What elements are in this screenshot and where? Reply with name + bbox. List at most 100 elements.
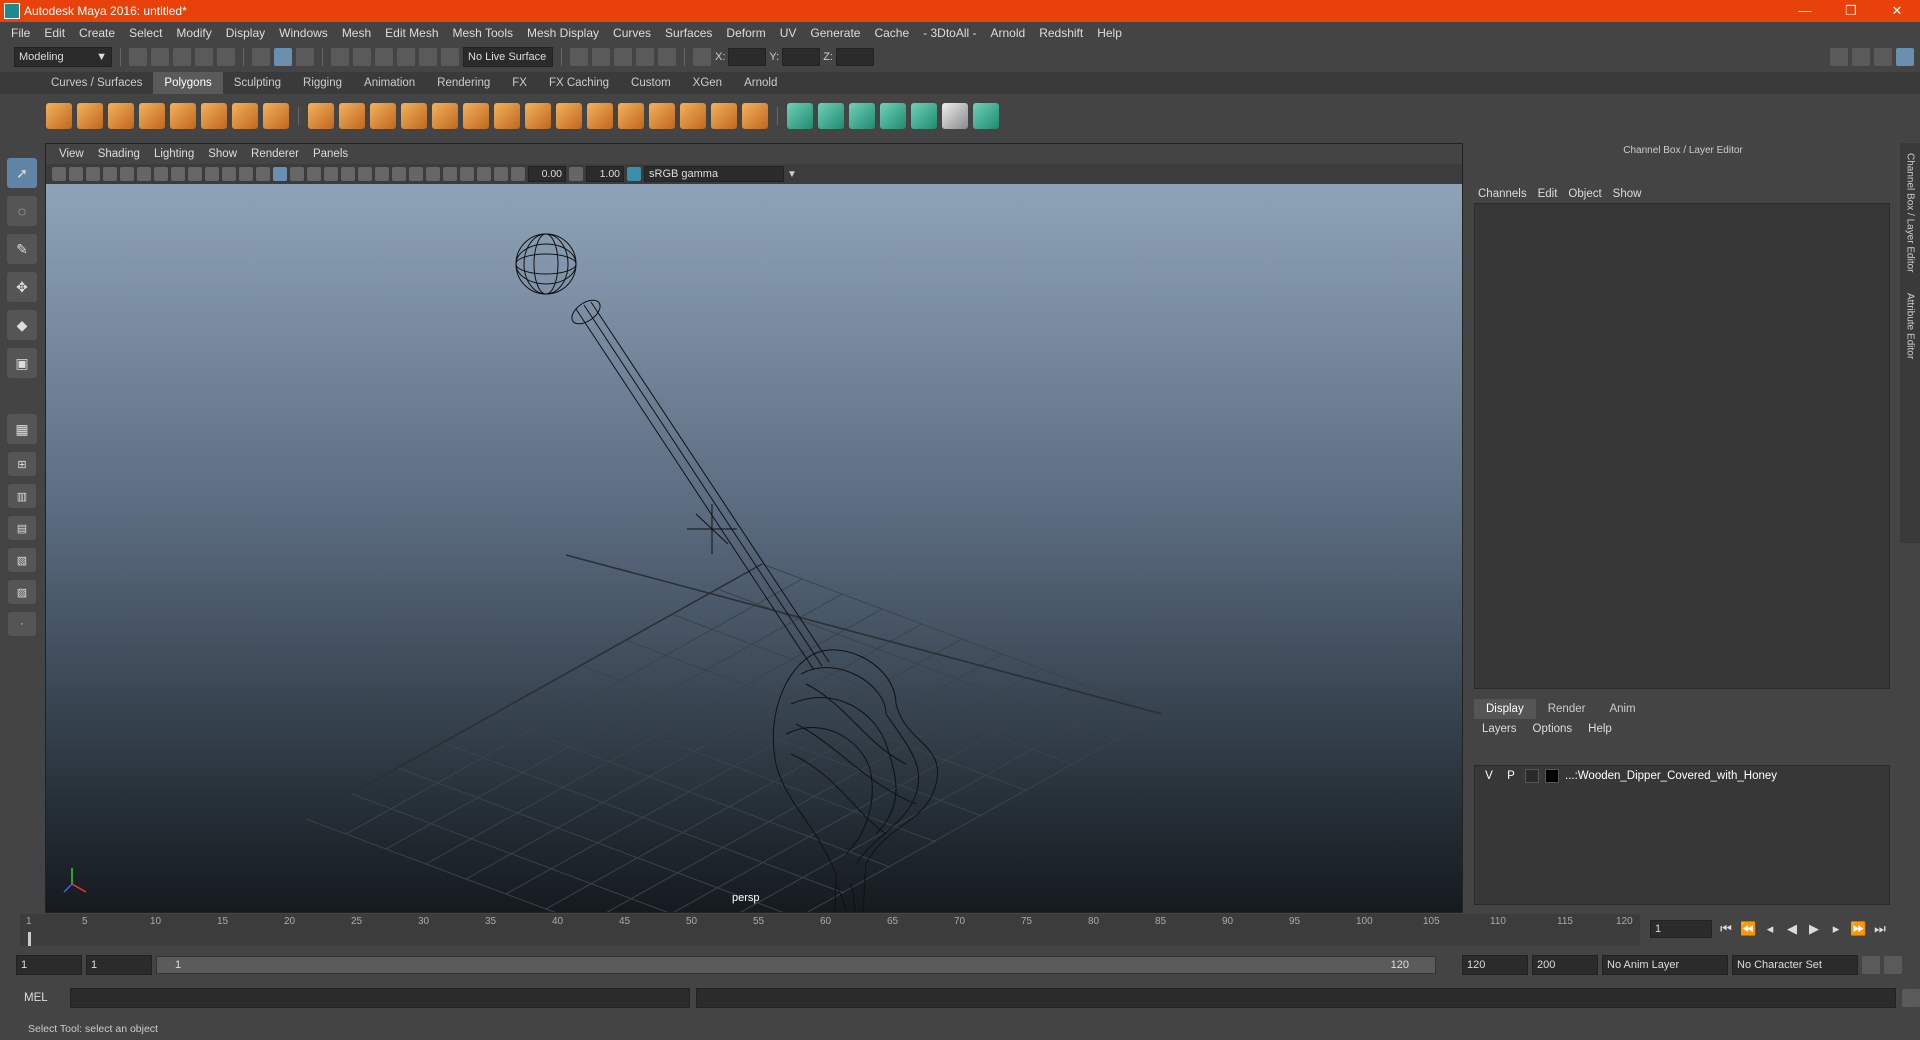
xray-components-icon[interactable] <box>494 167 508 181</box>
two-d-pan-icon[interactable] <box>120 167 134 181</box>
snap-together-icon[interactable] <box>441 48 459 66</box>
menu-create[interactable]: Create <box>72 26 122 40</box>
xray-joints-icon[interactable] <box>477 167 491 181</box>
tab-fx[interactable]: FX <box>501 72 538 94</box>
average-vertices-icon[interactable] <box>463 103 489 129</box>
y-field[interactable] <box>782 48 821 66</box>
gamma-field[interactable]: 1.00 <box>586 166 624 182</box>
menu-curves[interactable]: Curves <box>606 26 658 40</box>
bridge-icon[interactable] <box>556 103 582 129</box>
poly-plane-icon[interactable] <box>170 103 196 129</box>
select-component-icon[interactable] <box>296 48 314 66</box>
chevron-down-icon[interactable]: ▼ <box>787 169 797 180</box>
tool-settings-icon[interactable] <box>1874 48 1892 66</box>
snap-view-plane-icon[interactable] <box>397 48 415 66</box>
step-forward-frame-icon[interactable]: ▸ <box>1828 921 1844 937</box>
layer-row[interactable]: V P ...:Wooden_Dipper_Covered_with_Honey <box>1475 766 1889 786</box>
color-space-dropdown[interactable]: sRGB gamma <box>644 166 784 182</box>
menu-edit-channels[interactable]: Edit <box>1538 188 1566 200</box>
checker-icon[interactable] <box>942 103 968 129</box>
grid-icon[interactable] <box>154 167 168 181</box>
command-input[interactable] <box>70 988 690 1008</box>
character-set-dropdown[interactable]: No Character Set <box>1732 955 1858 975</box>
menu-uv[interactable]: UV <box>773 26 804 40</box>
offset-edge-loop-icon[interactable] <box>711 103 737 129</box>
ambient-occlusion-icon[interactable] <box>375 167 389 181</box>
animation-start-field[interactable]: 1 <box>16 955 82 975</box>
poly-cylinder-icon[interactable] <box>108 103 134 129</box>
gamma-icon[interactable] <box>569 167 583 181</box>
menu-mesh[interactable]: Mesh <box>335 26 378 40</box>
menu-file[interactable]: File <box>4 26 37 40</box>
new-scene-icon[interactable] <box>129 48 147 66</box>
menu-windows[interactable]: Windows <box>272 26 335 40</box>
perspective-viewport[interactable]: persp <box>46 184 1462 912</box>
transform-mode-icon[interactable] <box>693 48 711 66</box>
depth-of-field-icon[interactable] <box>426 167 440 181</box>
poly-cube-icon[interactable] <box>77 103 103 129</box>
step-back-key-icon[interactable]: ⏪ <box>1740 921 1756 937</box>
side-tab-attribute-editor[interactable]: Attribute Editor <box>1905 293 1916 359</box>
menu-deform[interactable]: Deform <box>719 26 772 40</box>
side-tab-channel-box[interactable]: Channel Box / Layer Editor <box>1905 153 1916 273</box>
time-slider[interactable]: 1 5 10 15 20 25 30 35 40 45 50 55 60 65 … <box>20 914 1640 946</box>
channel-box-toggle-icon[interactable] <box>1896 48 1914 66</box>
step-forward-key-icon[interactable]: ⏩ <box>1850 921 1866 937</box>
poly-pyramid-icon[interactable] <box>232 103 258 129</box>
cylindrical-map-icon[interactable] <box>818 103 844 129</box>
panel-menu-view[interactable]: View <box>52 148 91 160</box>
save-scene-icon[interactable] <box>173 48 191 66</box>
panel-menu-show[interactable]: Show <box>201 148 244 160</box>
xray-icon[interactable] <box>460 167 474 181</box>
snap-curve-icon[interactable] <box>353 48 371 66</box>
render-settings-icon[interactable] <box>636 48 654 66</box>
hypershade-icon[interactable] <box>658 48 676 66</box>
append-polygon-icon[interactable] <box>618 103 644 129</box>
textured-icon[interactable] <box>324 167 338 181</box>
layer-color-swatch[interactable] <box>1545 769 1559 783</box>
combine-icon[interactable] <box>308 103 334 129</box>
go-to-end-icon[interactable]: ⏭ <box>1872 921 1888 937</box>
range-slider[interactable]: 1 120 <box>156 956 1436 974</box>
isolate-select-icon[interactable] <box>443 167 457 181</box>
spherical-map-icon[interactable] <box>849 103 875 129</box>
paint-select-icon[interactable]: ✎ <box>7 234 37 264</box>
separate-icon[interactable] <box>339 103 365 129</box>
lights-icon[interactable] <box>341 167 355 181</box>
scale-tool-icon[interactable]: ▣ <box>7 348 37 378</box>
menu-edit[interactable]: Edit <box>37 26 72 40</box>
color-management-icon[interactable] <box>627 167 641 181</box>
auto-key-icon[interactable] <box>1862 956 1880 974</box>
menu-display[interactable]: Display <box>219 26 272 40</box>
ipr-render-icon[interactable] <box>614 48 632 66</box>
automatic-map-icon[interactable] <box>880 103 906 129</box>
tab-rigging[interactable]: Rigging <box>292 72 353 94</box>
z-field[interactable] <box>835 48 874 66</box>
exposure-field[interactable]: 0.00 <box>528 166 566 182</box>
modeling-toolkit-icon[interactable] <box>1830 48 1848 66</box>
menu-3dtoall[interactable]: - 3DtoAll - <box>916 26 983 40</box>
cut-uv-icon[interactable] <box>973 103 999 129</box>
film-gate-icon[interactable] <box>171 167 185 181</box>
tab-polygons[interactable]: Polygons <box>153 72 223 94</box>
close-button[interactable]: ✕ <box>1874 0 1920 22</box>
display-type-swatch[interactable] <box>1525 769 1539 783</box>
bookmark-icon[interactable] <box>86 167 100 181</box>
safe-action-icon[interactable] <box>239 167 253 181</box>
menu-cache[interactable]: Cache <box>867 26 916 40</box>
wireframe-icon[interactable] <box>273 167 287 181</box>
panel-menu-lighting[interactable]: Lighting <box>147 148 201 160</box>
tab-curves-surfaces[interactable]: Curves / Surfaces <box>40 72 153 94</box>
shadows-icon[interactable] <box>358 167 372 181</box>
layer-name[interactable]: ...:Wooden_Dipper_Covered_with_Honey <box>1565 770 1777 782</box>
fill-hole-icon[interactable] <box>649 103 675 129</box>
render-frame-icon[interactable] <box>592 48 610 66</box>
menu-set-dropdown[interactable]: Modeling ▼ <box>14 47 112 67</box>
menu-show[interactable]: Show <box>1613 188 1650 200</box>
hypershade-layout-icon[interactable]: ▧ <box>8 548 36 572</box>
graph-layout-icon[interactable]: ▤ <box>8 516 36 540</box>
select-hierarchy-icon[interactable] <box>252 48 270 66</box>
panel-menu-renderer[interactable]: Renderer <box>244 148 306 160</box>
go-to-start-icon[interactable]: ⏮ <box>1718 921 1734 937</box>
tab-rendering[interactable]: Rendering <box>426 72 501 94</box>
